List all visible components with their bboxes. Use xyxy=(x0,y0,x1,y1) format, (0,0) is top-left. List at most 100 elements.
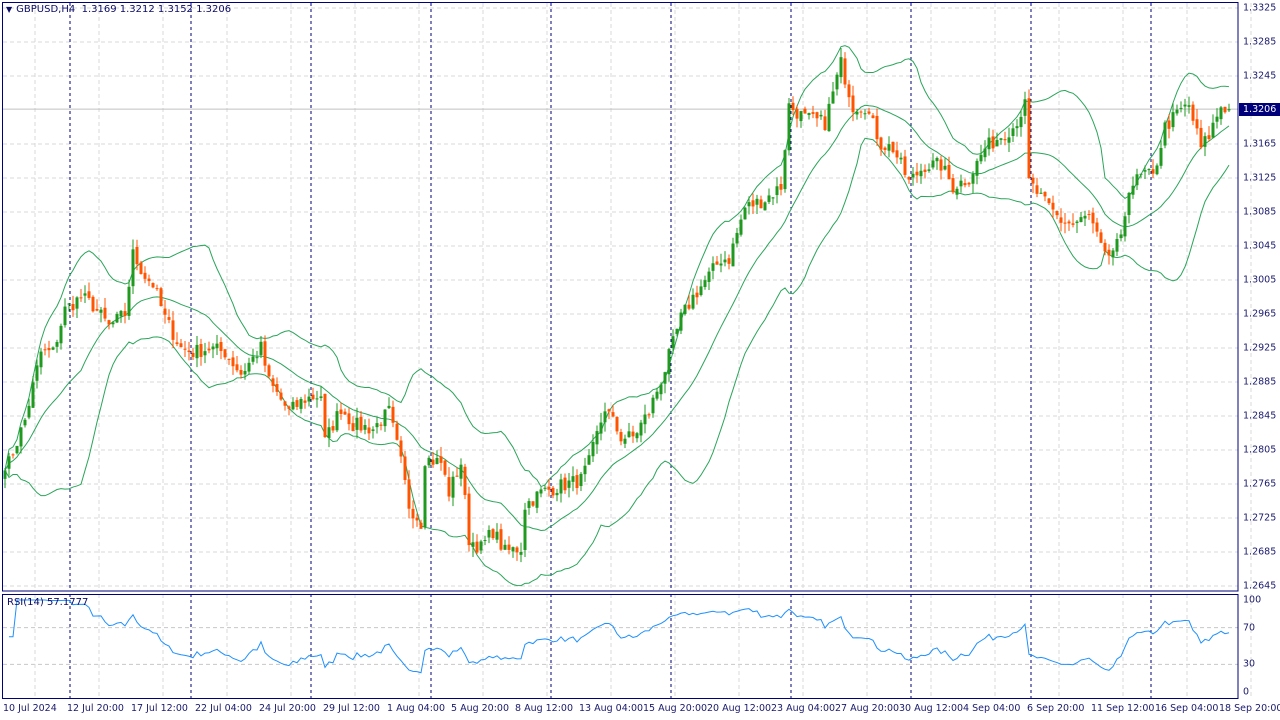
candle-bull xyxy=(115,314,119,323)
candle-bear xyxy=(875,115,879,140)
candle-bear xyxy=(847,84,851,98)
candle-bear xyxy=(219,342,223,351)
candle-bull xyxy=(1139,173,1143,175)
candle-bear xyxy=(811,112,815,114)
candle-bear xyxy=(1199,127,1203,148)
candle-bear xyxy=(991,136,995,149)
candle-bull xyxy=(291,401,295,410)
candle-bull xyxy=(739,219,743,235)
candle-bull xyxy=(763,202,767,211)
candle-bull xyxy=(67,303,71,305)
candle-bull xyxy=(363,425,367,430)
candle-bear xyxy=(455,475,459,477)
candle-bull xyxy=(1015,126,1019,129)
candle-bear xyxy=(1223,106,1227,113)
period-separators xyxy=(69,3,1152,698)
candle-bull xyxy=(639,422,643,436)
candle-bear xyxy=(515,547,519,553)
price-chart[interactable] xyxy=(0,0,1280,720)
candle-bull xyxy=(1159,148,1163,166)
candle-bear xyxy=(815,112,819,119)
candle-bear xyxy=(1067,221,1071,224)
candle-bear xyxy=(175,342,179,345)
candle-bear xyxy=(395,423,399,440)
candle-bull xyxy=(435,457,439,465)
candle-bull xyxy=(259,341,263,355)
chart-title: ▼ GBPUSD,H4 1.3169 1.3212 1.3152 1.3206 xyxy=(6,4,231,15)
candle-bull xyxy=(1007,137,1011,143)
candle-bull xyxy=(587,455,591,465)
candle-bear xyxy=(11,454,15,456)
rsi-tick-label: 0 xyxy=(1243,686,1250,698)
rsi-panel-frame xyxy=(2,594,1239,699)
candle-bull xyxy=(935,157,939,162)
candle-bull xyxy=(471,542,475,547)
candle-bear xyxy=(1103,242,1107,252)
candle-bear xyxy=(443,460,447,475)
candle-bull xyxy=(375,423,379,428)
candle-bull xyxy=(995,140,999,147)
candle-bull xyxy=(451,476,455,498)
candle-bear xyxy=(895,150,899,158)
rsi-line xyxy=(9,599,1230,674)
candle-bull xyxy=(1187,105,1191,107)
candle-bear xyxy=(871,115,875,119)
dropdown-triangle-icon[interactable]: ▼ xyxy=(6,5,12,14)
candle-bear xyxy=(295,400,299,407)
candle-bull xyxy=(775,186,779,196)
candle-bull xyxy=(783,150,787,190)
candle-bull xyxy=(723,259,727,263)
candle-bull xyxy=(819,114,823,117)
time-tick-label: 15 Aug 20:00 xyxy=(643,703,708,714)
bollinger-lower xyxy=(4,137,1230,587)
candle-bull xyxy=(1171,112,1175,128)
candle-bear xyxy=(287,406,291,409)
candle-bear xyxy=(1167,120,1171,129)
candle-bull xyxy=(863,113,867,115)
candle-bull xyxy=(51,347,55,350)
candle-bear xyxy=(359,416,363,431)
candle-bear xyxy=(123,311,127,316)
price-tick-label: 1.3165 xyxy=(1243,138,1277,150)
candle-bear xyxy=(263,341,267,366)
candle-bear xyxy=(331,426,335,431)
candle-bear xyxy=(843,58,847,85)
candle-bull xyxy=(691,294,695,309)
candle-bull xyxy=(483,539,487,541)
candle-bull xyxy=(23,419,27,426)
candle-bear xyxy=(611,412,615,417)
candle-bear xyxy=(1035,185,1039,194)
candle-bear xyxy=(351,423,355,431)
candle-bear xyxy=(343,411,347,415)
rsi-tick-label: 30 xyxy=(1243,658,1256,670)
candle-bear xyxy=(939,159,943,171)
price-tick-label: 1.3285 xyxy=(1243,36,1277,48)
price-tick-label: 1.3245 xyxy=(1243,70,1277,82)
candle-bull xyxy=(675,328,679,334)
candle-bear xyxy=(391,406,395,423)
candle-bull xyxy=(975,160,979,176)
price-tick-label: 1.2965 xyxy=(1243,308,1277,320)
candle-bull xyxy=(131,249,135,287)
candle-bear xyxy=(223,349,227,358)
candle-bull xyxy=(787,103,791,151)
candle-bull xyxy=(19,427,23,447)
candle-bear xyxy=(87,291,91,298)
candle-bull xyxy=(567,480,571,488)
candle-bull xyxy=(1219,107,1223,120)
candle-bear xyxy=(159,288,163,307)
time-tick-label: 24 Jul 20:00 xyxy=(259,703,316,714)
candle-bull xyxy=(59,325,63,344)
candle-bear xyxy=(883,147,887,150)
candle-bull xyxy=(75,297,79,309)
candle-bull xyxy=(315,398,319,400)
candle-bull xyxy=(767,195,771,202)
candle-bear xyxy=(1095,222,1099,232)
candle-bull xyxy=(1023,99,1027,116)
candle-bear xyxy=(367,427,371,434)
candle-bear xyxy=(379,424,383,426)
current-price-label: 1.3206 xyxy=(1239,103,1280,116)
candle-bear xyxy=(311,394,315,400)
candle-bear xyxy=(399,440,403,457)
candle-bull xyxy=(755,198,759,205)
